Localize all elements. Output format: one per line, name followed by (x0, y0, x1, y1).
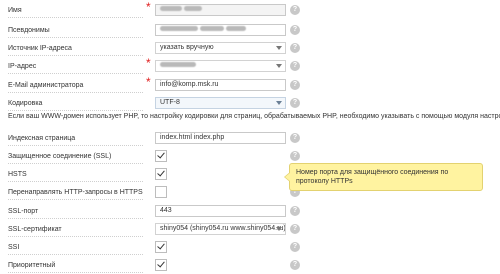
aliases-label: Псевдонимы (8, 27, 50, 34)
row-aliases: Псевдонимы ? (0, 24, 500, 38)
ssi-label: SSI (8, 244, 20, 251)
name-input[interactable] (155, 4, 286, 16)
divider (8, 37, 143, 38)
index-page-input[interactable]: index.html index.php (155, 132, 286, 144)
divider (8, 272, 143, 273)
ip-source-value: указать вручную (160, 44, 214, 51)
admin-email-value: info@komp.msk.ru (160, 81, 219, 88)
help-icon[interactable]: ? (290, 80, 300, 90)
index-page-label: Индексная страница (8, 135, 76, 142)
https-redirect-label: Перенаправлять HTTP-запросы в HTTPS (8, 189, 143, 196)
row-encoding: Кодировка UTF-8 ? (0, 97, 500, 111)
help-icon[interactable]: ? (290, 61, 300, 71)
hsts-checkbox[interactable] (155, 168, 167, 180)
encoding-value: UTF-8 (160, 99, 180, 106)
ip-select[interactable] (155, 60, 286, 72)
row-name: Имя * ? (0, 0, 500, 18)
divider (8, 218, 143, 219)
divider (8, 73, 143, 74)
php-encoding-note: Если ваш WWW-домен использует PHP, то на… (8, 113, 500, 120)
help-icon[interactable]: ? (290, 98, 300, 108)
row-ip: IP-адрес * ? (0, 56, 500, 74)
name-label: Имя (8, 7, 22, 14)
admin-email-label: E-Mail администратора (8, 82, 84, 89)
aliases-input[interactable] (155, 24, 286, 36)
ssl-cert-label: SSL-сертификат (8, 226, 62, 233)
ssl-port-tooltip: Номер порта для защищённого соединения п… (284, 163, 483, 191)
divider (8, 199, 143, 200)
divider (8, 17, 143, 18)
hsts-label: HSTS (8, 171, 27, 178)
help-icon[interactable]: ? (290, 206, 300, 216)
ssi-checkbox[interactable] (155, 241, 167, 253)
divider (8, 163, 143, 164)
divider (8, 236, 143, 237)
help-icon[interactable]: ? (290, 260, 300, 270)
help-icon[interactable]: ? (290, 133, 300, 143)
help-icon[interactable]: ? (290, 25, 300, 35)
admin-email-input[interactable]: info@komp.msk.ru (155, 79, 286, 91)
encoding-select[interactable]: UTF-8 (155, 97, 286, 109)
help-icon[interactable]: ? (290, 242, 300, 252)
help-icon[interactable]: ? (290, 43, 300, 53)
row-ssl-connection: Защищенное соединение (SSL) ? (0, 150, 500, 164)
row-ssl-cert: SSL-сертификат shiny054 (shiny054.ru www… (0, 223, 500, 237)
priority-checkbox[interactable] (155, 259, 167, 271)
divider (8, 55, 143, 56)
priority-label: Приоритетный (8, 262, 56, 269)
help-icon[interactable]: ? (290, 224, 300, 234)
index-page-value: index.html index.php (160, 134, 225, 141)
row-ssl-port: SSL-порт 443 ? (0, 205, 500, 219)
ip-source-select[interactable]: указать вручную (155, 42, 286, 54)
ip-source-label: Источник IP-адреса (8, 45, 72, 52)
ssl-port-input[interactable]: 443 (155, 205, 286, 217)
ssl-cert-select[interactable]: shiny054 (shiny054.ru www.shiny054.ru) (155, 223, 286, 235)
row-index-page: Индексная страница index.html index.php … (0, 132, 500, 146)
ssl-connection-checkbox[interactable] (155, 150, 167, 162)
ssl-cert-value: shiny054 (shiny054.ru www.shiny054.ru) (160, 225, 286, 232)
row-ssi: SSI ? (0, 241, 500, 255)
encoding-label: Кодировка (8, 100, 43, 107)
divider (8, 92, 143, 93)
https-redirect-checkbox[interactable] (155, 186, 167, 198)
required-marker: * (146, 56, 151, 70)
ip-label: IP-адрес (8, 63, 37, 70)
help-icon[interactable]: ? (290, 151, 300, 161)
ssl-port-value: 443 (160, 207, 172, 214)
row-ip-source: Источник IP-адреса указать вручную ? (0, 42, 500, 56)
ssl-port-label: SSL-порт (8, 208, 39, 215)
divider (8, 254, 143, 255)
ssl-connection-label: Защищенное соединение (SSL) (8, 153, 112, 160)
required-marker: * (146, 0, 151, 14)
help-icon[interactable]: ? (290, 5, 300, 15)
required-marker: * (146, 75, 151, 89)
divider (8, 181, 143, 182)
row-admin-email: E-Mail администратора * info@komp.msk.ru… (0, 75, 500, 93)
divider (8, 145, 143, 146)
row-priority: Приоритетный ? (0, 259, 500, 273)
